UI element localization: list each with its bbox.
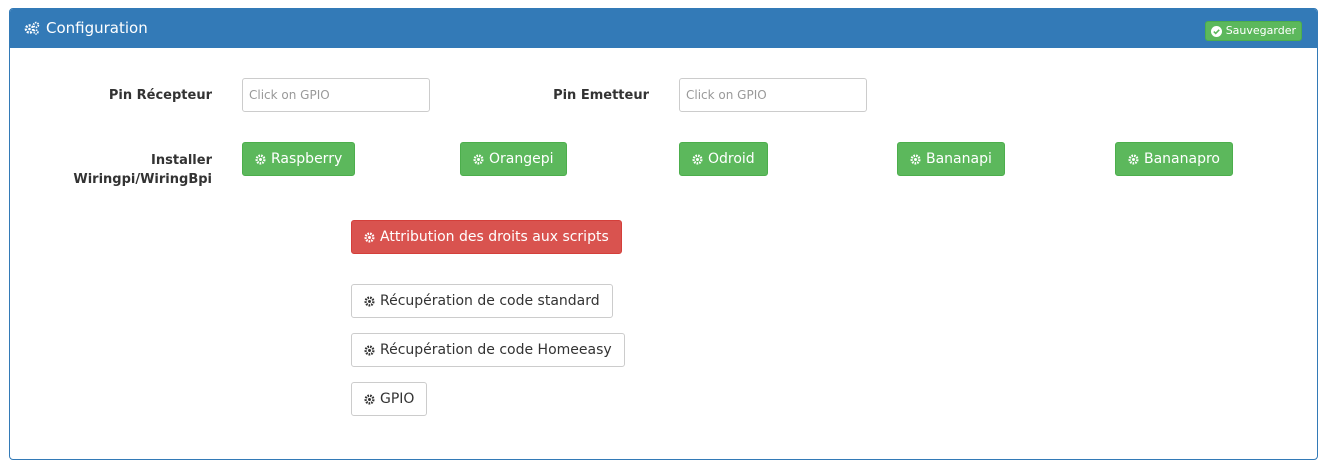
- homeeasy-code-button[interactable]: Récupération de code Homeeasy: [351, 333, 625, 367]
- cogs-icon: [24, 21, 40, 35]
- gear-icon: [692, 153, 703, 165]
- gear-icon: [364, 393, 375, 405]
- panel-heading: Configuration Sauvegarder: [10, 9, 1317, 48]
- gpio-label: GPIO: [380, 391, 415, 407]
- configuration-panel: Configuration Sauvegarder: [9, 8, 1318, 460]
- install-bananapi-label: Bananapi: [926, 151, 992, 167]
- script-rights-button[interactable]: Attribution des droits aux scripts: [351, 220, 622, 254]
- install-orangepi-button[interactable]: Orangepi: [460, 142, 567, 176]
- save-button[interactable]: Sauvegarder: [1204, 21, 1302, 41]
- gpio-button[interactable]: GPIO: [351, 382, 428, 416]
- panel-title: Configuration: [24, 19, 148, 37]
- gear-icon: [364, 231, 375, 243]
- install-bananapro-button[interactable]: Bananapro: [1115, 142, 1233, 176]
- panel-title-text: Configuration: [46, 19, 148, 37]
- gear-icon: [364, 295, 375, 307]
- gear-icon: [910, 153, 921, 165]
- homeeasy-code-label: Récupération de code Homeeasy: [380, 342, 612, 358]
- gear-icon: [1128, 153, 1139, 165]
- install-orangepi-label: Orangepi: [489, 151, 554, 167]
- emitter-pin-input[interactable]: [679, 78, 867, 112]
- install-odroid-label: Odroid: [708, 151, 755, 167]
- receiver-pin-input[interactable]: [242, 78, 430, 112]
- script-rights-label: Attribution des droits aux scripts: [380, 229, 609, 245]
- install-raspberry-label: Raspberry: [271, 151, 343, 167]
- gear-icon: [364, 344, 375, 356]
- gear-icon: [255, 153, 266, 165]
- receiver-pin-label: Pin Récepteur: [108, 88, 212, 103]
- install-bananapro-label: Bananapro: [1144, 151, 1220, 167]
- install-raspberry-button[interactable]: Raspberry: [242, 142, 356, 176]
- install-odroid-button[interactable]: Odroid: [679, 142, 768, 176]
- install-bananapi-button[interactable]: Bananapi: [897, 142, 1005, 176]
- check-circle-icon: [1210, 25, 1222, 37]
- gear-icon: [473, 153, 484, 165]
- emitter-pin-label: Pin Emetteur: [553, 88, 649, 103]
- installer-label: Installer Wiringpi/WiringBpi: [60, 151, 212, 189]
- installer-label-line1: Installer: [151, 153, 212, 168]
- standard-code-label: Récupération de code standard: [380, 293, 600, 309]
- standard-code-button[interactable]: Récupération de code standard: [351, 284, 613, 318]
- installer-label-line2: Wiringpi/WiringBpi: [73, 172, 212, 187]
- save-button-label: Sauvegarder: [1225, 24, 1296, 37]
